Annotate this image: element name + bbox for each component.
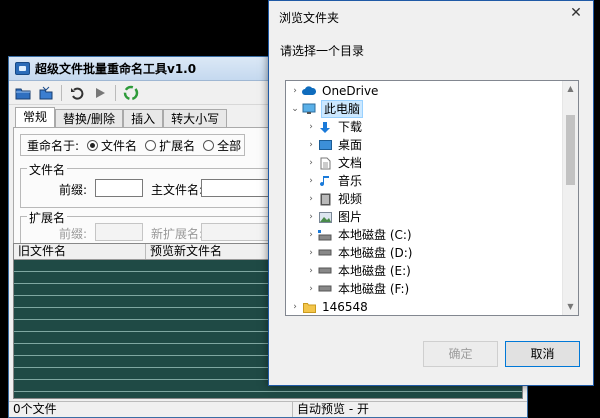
chevron-right-icon[interactable]: ›: [288, 86, 302, 96]
tree-item-music[interactable]: › 音乐: [304, 172, 578, 190]
recycle-icon[interactable]: [121, 83, 141, 103]
tree-item-label: 本地磁盘 (E:): [338, 264, 411, 278]
download-icon: [318, 121, 332, 134]
radio-dot[interactable]: [203, 139, 215, 151]
tree-item-drive-c[interactable]: › 本地磁盘 (C:): [304, 226, 578, 244]
tree-item-label: 图片: [338, 210, 363, 224]
scrollbar-thumb[interactable]: [566, 115, 575, 185]
tree-item-drive-e[interactable]: › 本地磁盘 (E:): [304, 262, 578, 280]
tree-item-label: 桌面: [338, 138, 363, 152]
tree-item-label: 本地磁盘 (D:): [338, 246, 413, 260]
video-icon: [318, 193, 332, 206]
tree-item-label: 下载: [338, 120, 363, 134]
radio-dot-checked[interactable]: [87, 139, 99, 151]
close-icon[interactable]: ✕: [565, 5, 587, 23]
column-old-filename[interactable]: 旧文件名: [14, 244, 146, 259]
toolbar-separator: [61, 84, 62, 101]
run-icon[interactable]: [90, 83, 110, 103]
browse-folder-dialog: 浏览文件夹 ✕ 请选择一个目录 › OneDrive ⌄ 此电脑 › 下载 ›: [268, 0, 594, 386]
chevron-right-icon[interactable]: ›: [304, 248, 318, 258]
chevron-right-icon[interactable]: ›: [304, 158, 318, 168]
app-logo-icon: [15, 62, 30, 75]
chevron-right-icon[interactable]: ›: [304, 122, 318, 132]
tree-item-label: 文档: [338, 156, 363, 170]
rename-target-label: 重命名于:: [27, 138, 80, 153]
tree-item-downloads[interactable]: › 下载: [304, 118, 578, 136]
folder-tree[interactable]: › OneDrive ⌄ 此电脑 › 下载 › 桌面 › 文档 › 音乐 › 视…: [285, 80, 579, 316]
chevron-right-icon[interactable]: ›: [304, 176, 318, 186]
drive-icon: [318, 247, 332, 260]
picture-icon: [318, 211, 332, 224]
document-icon: [318, 157, 332, 170]
radio-filename[interactable]: 文件名: [87, 137, 137, 154]
tab-insert[interactable]: 插入: [123, 109, 164, 127]
tree-item-label: 本地磁盘 (C:): [338, 228, 412, 242]
radio-filename-label: 文件名: [101, 138, 138, 153]
tree-item-pictures[interactable]: › 图片: [304, 208, 578, 226]
chevron-down-icon[interactable]: ⌄: [288, 104, 302, 114]
chevron-right-icon[interactable]: ›: [304, 284, 318, 294]
toolbar-separator: [115, 84, 116, 101]
tree-item-drive-d[interactable]: › 本地磁盘 (D:): [304, 244, 578, 262]
undo-icon[interactable]: [67, 83, 87, 103]
tree-item-label: 本地磁盘 (F:): [338, 282, 410, 296]
scroll-up-icon[interactable]: ▲: [563, 81, 578, 97]
status-bar: 0个文件 自动预览 - 开: [9, 401, 527, 417]
folder-icon: [302, 301, 316, 314]
drive-icon: [318, 283, 332, 296]
drive-icon: [318, 265, 332, 278]
tree-item-desktop[interactable]: › 桌面: [304, 136, 578, 154]
main-filename-label: 主文件名:: [151, 183, 204, 197]
radio-extension[interactable]: 扩展名: [145, 137, 195, 154]
save-icon[interactable]: [36, 83, 56, 103]
app-title: 超级文件批量重命名工具v1.0: [35, 62, 197, 76]
tree-item-drive-f[interactable]: › 本地磁盘 (F:): [304, 280, 578, 298]
chevron-right-icon[interactable]: ›: [304, 212, 318, 222]
tree-item-label: 音乐: [338, 174, 363, 188]
radio-all[interactable]: 全部: [203, 137, 241, 154]
desktop-icon: [318, 139, 332, 152]
ok-button[interactable]: 确定: [423, 341, 498, 367]
tab-replace-delete[interactable]: 替换/删除: [55, 109, 124, 127]
tree-item-folder-146548[interactable]: › 146548: [288, 298, 566, 315]
cancel-button[interactable]: 取消: [505, 341, 580, 367]
filename-prefix-input[interactable]: [95, 179, 143, 197]
computer-icon: [302, 103, 316, 116]
filename-prefix-label: 前缀:: [59, 183, 88, 197]
dialog-title: 浏览文件夹: [279, 11, 340, 25]
filename-group-title: 文件名: [27, 161, 68, 178]
ext-prefix-label: 前缀:: [59, 227, 88, 241]
radio-extension-label: 扩展名: [159, 138, 196, 153]
tree-item-label: 此电脑: [321, 100, 364, 118]
tree-item-label: 146548: [322, 300, 368, 314]
extension-group-title: 扩展名: [27, 209, 68, 226]
tree-scrollbar[interactable]: ▲ ▼: [562, 81, 578, 315]
tree-item-onedrive[interactable]: › OneDrive: [288, 82, 566, 100]
system-drive-icon: [318, 229, 332, 242]
open-folder-icon[interactable]: [13, 83, 33, 103]
new-extension-label: 新扩展名:: [151, 227, 204, 241]
tab-general[interactable]: 常规: [15, 107, 56, 127]
status-auto-preview: 自动预览 - 开: [297, 402, 369, 416]
cloud-icon: [302, 85, 316, 98]
tree-item-this-pc[interactable]: ⌄ 此电脑: [288, 100, 566, 118]
tree-item-documents[interactable]: › 文档: [304, 154, 578, 172]
radio-all-label: 全部: [217, 138, 242, 153]
chevron-right-icon[interactable]: ›: [304, 140, 318, 150]
tree-item-label: 视频: [338, 192, 363, 206]
scroll-down-icon[interactable]: ▼: [563, 299, 578, 315]
music-icon: [318, 175, 332, 188]
tree-item-videos[interactable]: › 视频: [304, 190, 578, 208]
dialog-prompt: 请选择一个目录: [280, 44, 365, 58]
tree-item-label: OneDrive: [322, 84, 379, 98]
chevron-right-icon[interactable]: ›: [304, 194, 318, 204]
chevron-right-icon[interactable]: ›: [288, 302, 302, 312]
tab-change-case[interactable]: 转大小写: [163, 109, 228, 127]
chevron-right-icon[interactable]: ›: [304, 266, 318, 276]
chevron-right-icon[interactable]: ›: [304, 230, 318, 240]
status-file-count: 0个文件: [9, 402, 293, 417]
rename-target-group: 重命名于: 文件名 扩展名 全部: [20, 134, 245, 156]
ext-prefix-input[interactable]: [95, 223, 143, 241]
radio-dot[interactable]: [145, 139, 157, 151]
